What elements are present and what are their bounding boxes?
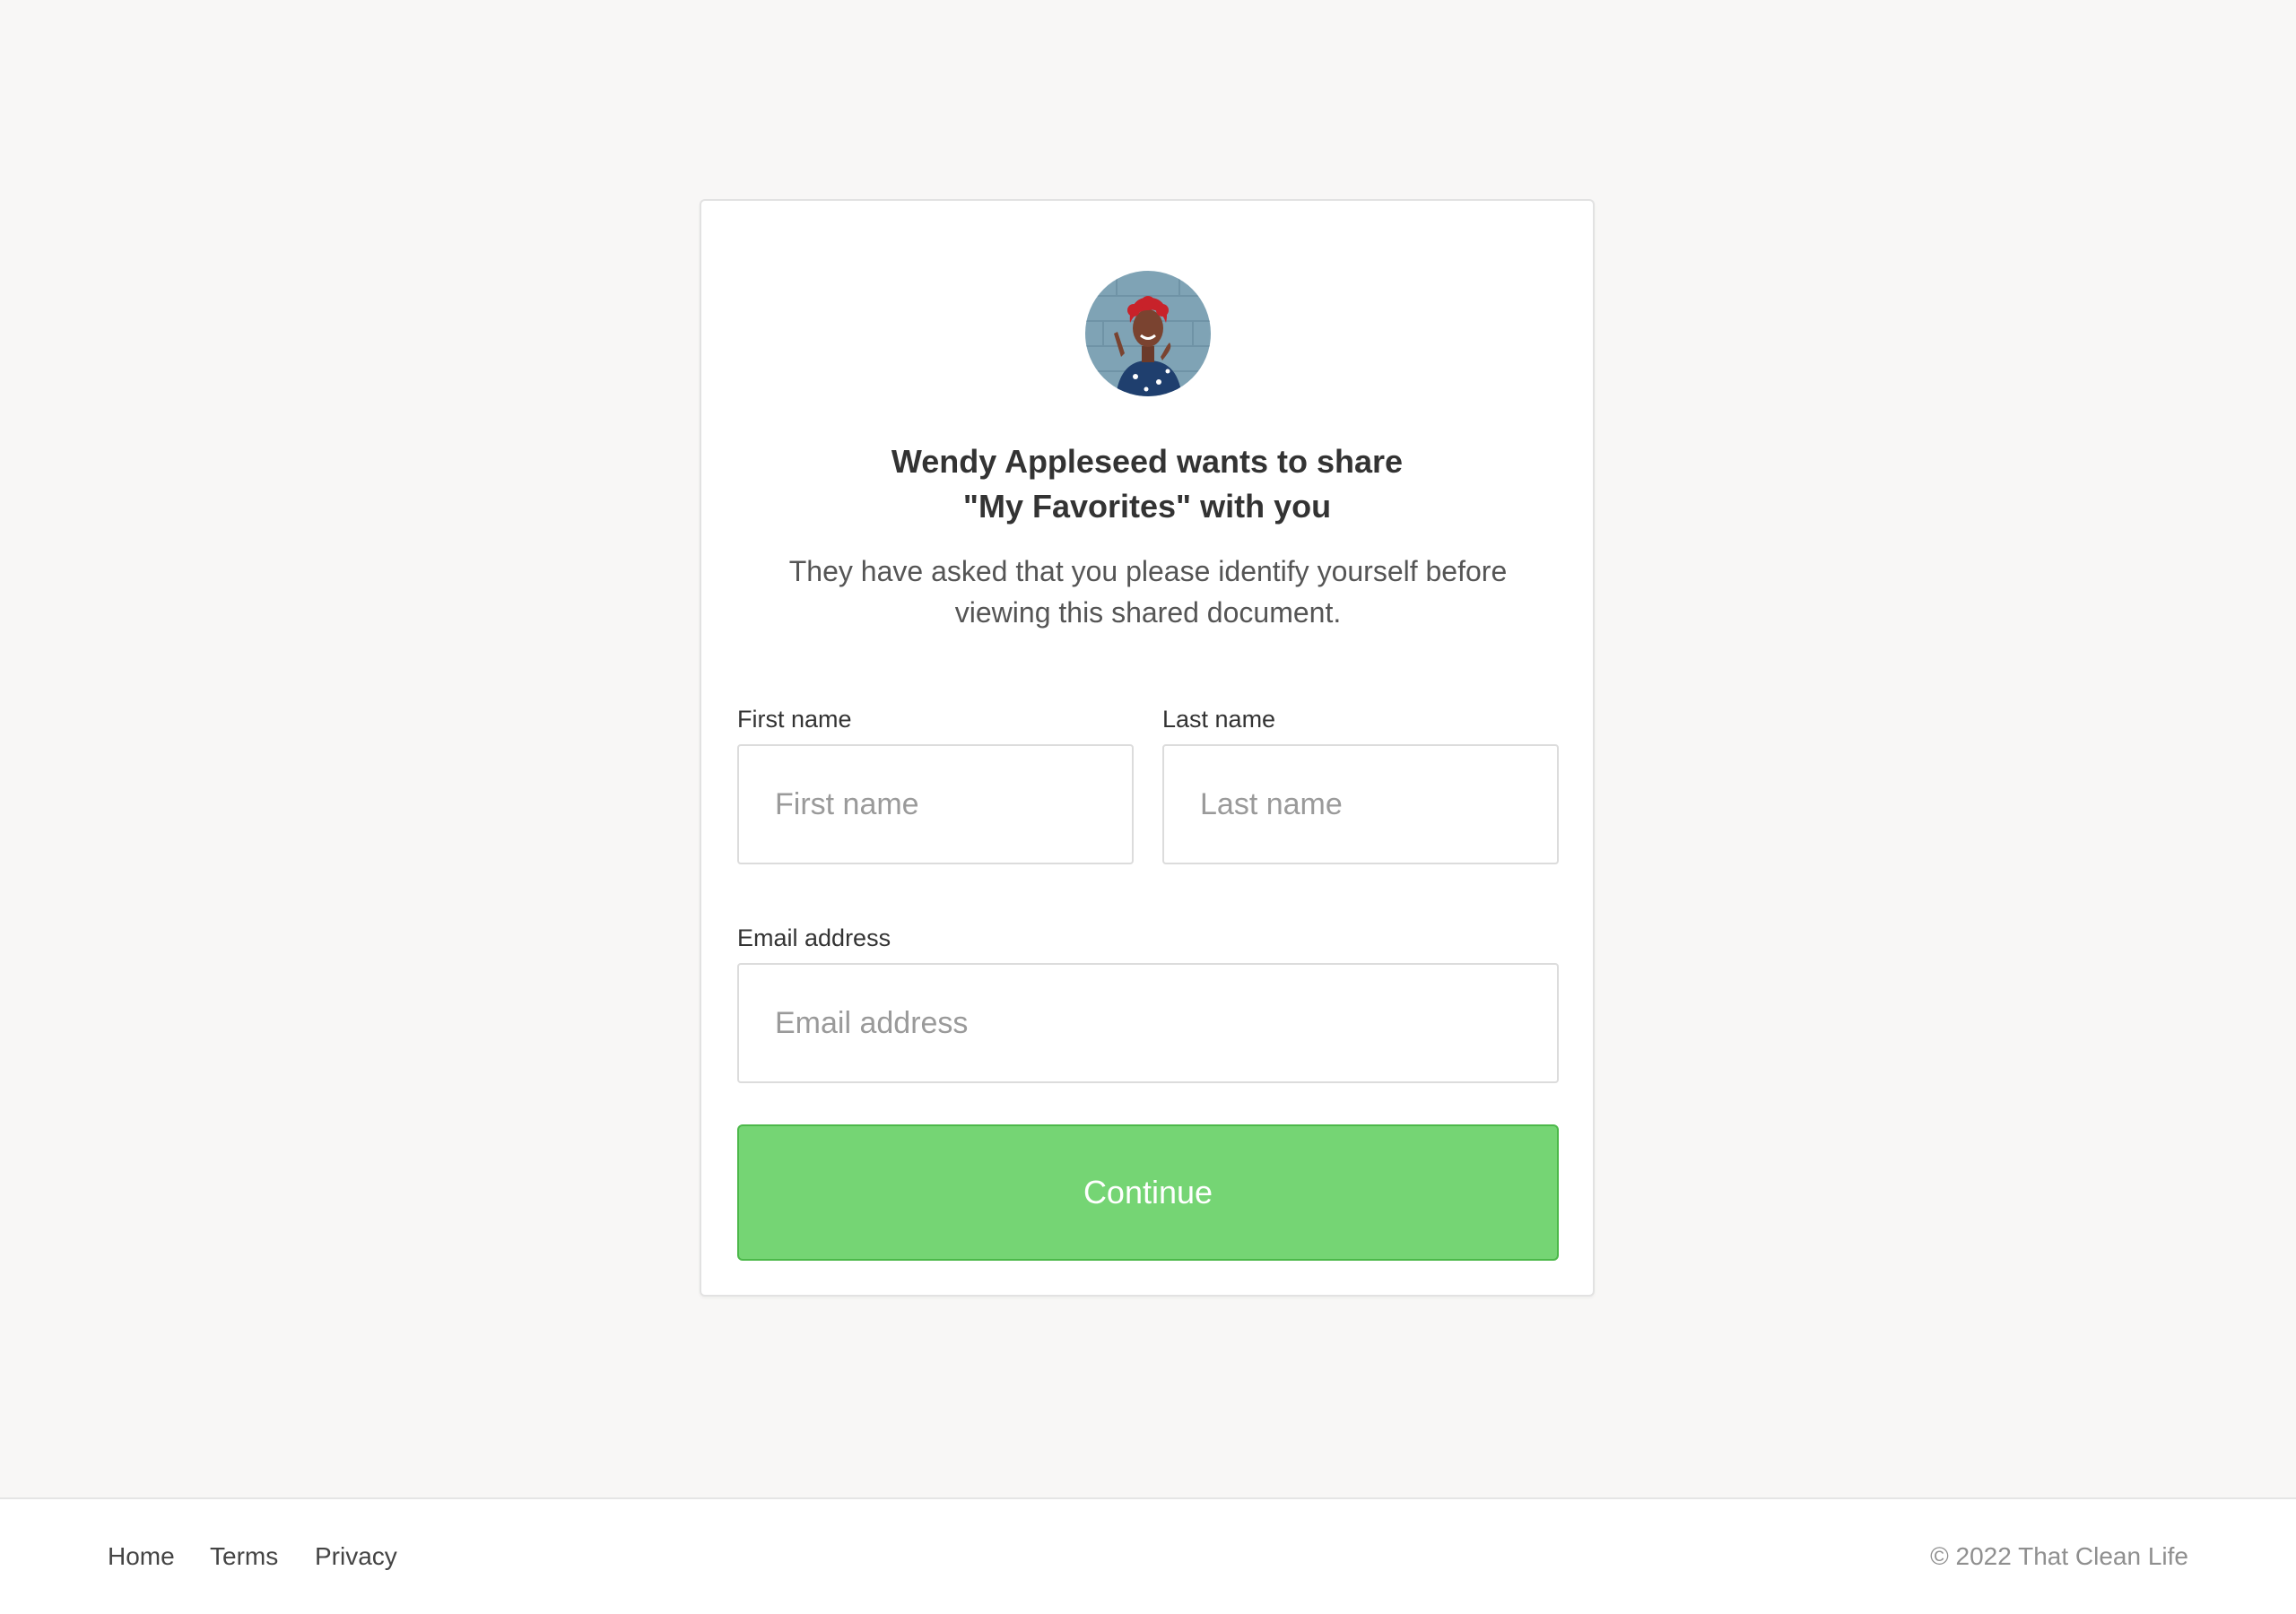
first-name-label: First name <box>737 706 852 733</box>
user-photo-avatar-icon <box>1085 271 1211 396</box>
footer-link-home[interactable]: Home <box>108 1540 175 1573</box>
email-field[interactable] <box>737 963 1559 1083</box>
copyright-text: © 2022 That Clean Life <box>1930 1542 2188 1570</box>
share-title-line2: "My Favorites" with you <box>962 488 1332 525</box>
continue-button[interactable]: Continue <box>737 1124 1559 1261</box>
avatar <box>1085 271 1211 396</box>
share-title: Wendy Appleseed wants to share "My Favor… <box>701 439 1593 529</box>
share-subtitle: They have asked that you please identify… <box>773 551 1523 633</box>
footer-link-terms[interactable]: Terms <box>210 1540 278 1573</box>
share-subtitle-line2: viewing this shared document. <box>954 596 1342 629</box>
share-card: Wendy Appleseed wants to share "My Favor… <box>700 199 1595 1297</box>
footer-link-privacy[interactable]: Privacy <box>315 1540 397 1573</box>
email-label: Email address <box>737 924 891 951</box>
footer: Home Terms Privacy © 2022 That Clean Lif… <box>0 1497 2296 1614</box>
first-name-field[interactable] <box>737 744 1134 864</box>
share-title-line1: Wendy Appleseed wants to share <box>891 443 1404 480</box>
last-name-label: Last name <box>1162 706 1276 733</box>
last-name-field[interactable] <box>1162 744 1559 864</box>
share-subtitle-line1: They have asked that you please identify… <box>788 555 1508 587</box>
